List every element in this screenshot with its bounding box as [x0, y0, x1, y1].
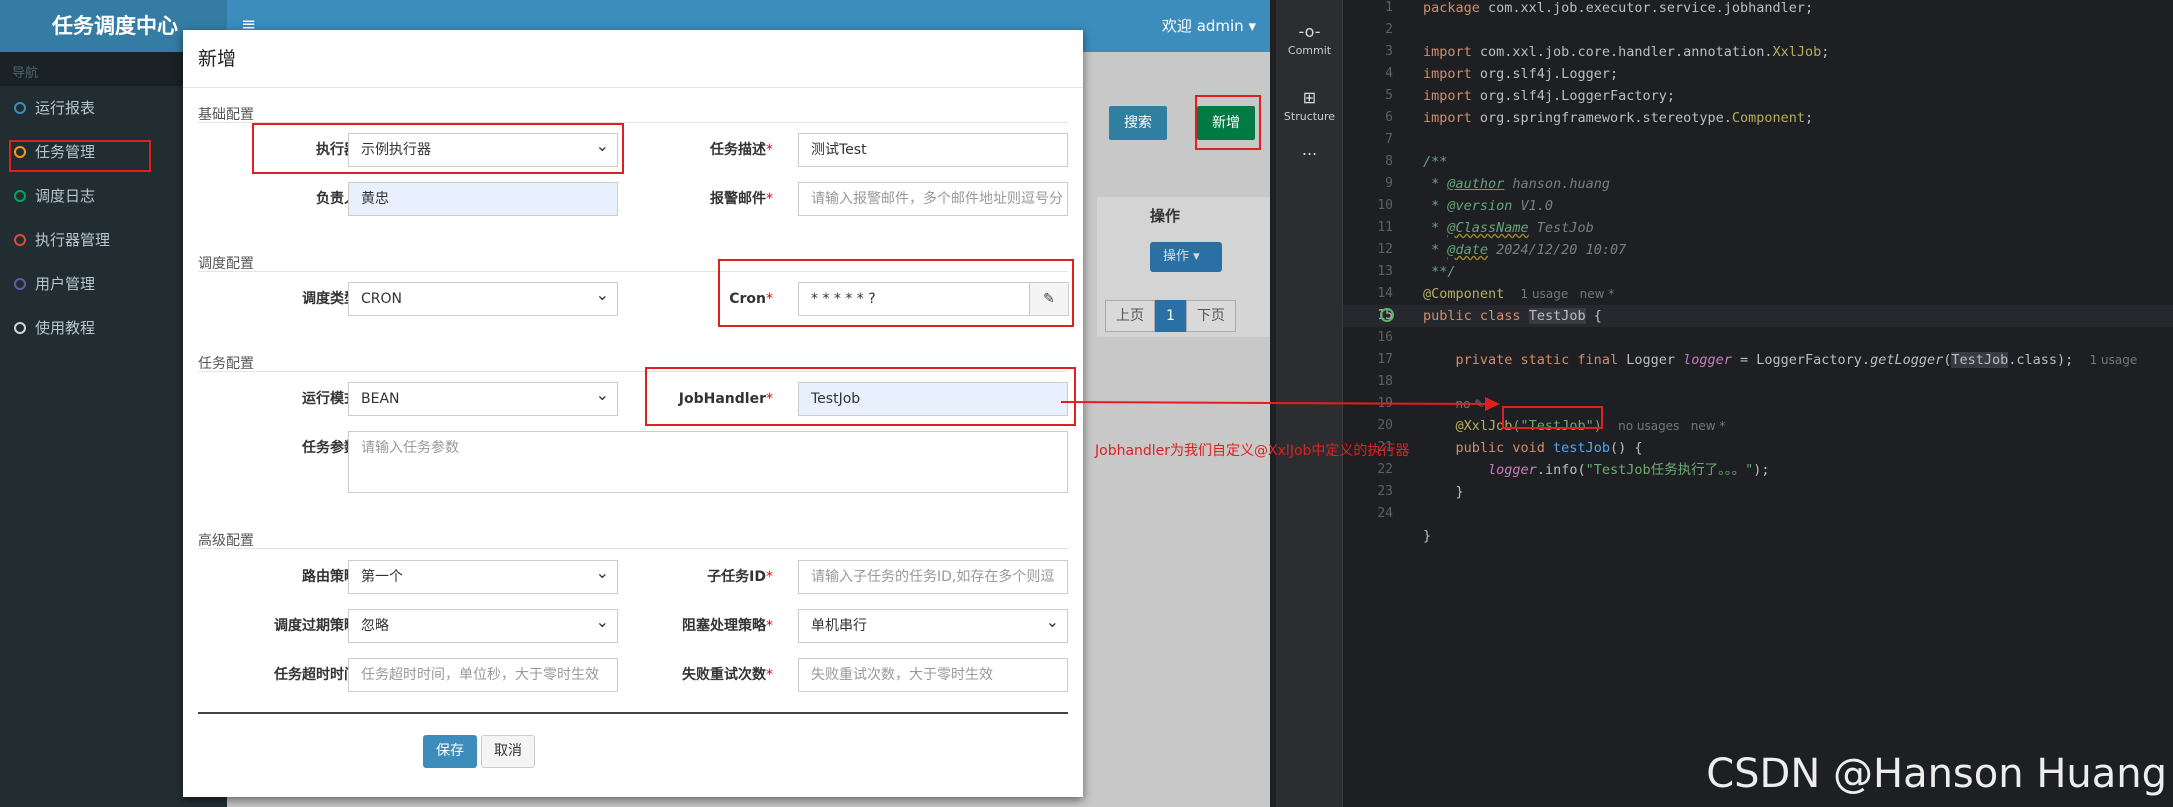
watermark: CSDN @Hanson Huang [1706, 751, 2167, 797]
annotation-text: Jobhandler为我们自定义@XxlJob中定义的执行器 [1095, 443, 1410, 459]
annotation-arrow [1060, 397, 1500, 411]
